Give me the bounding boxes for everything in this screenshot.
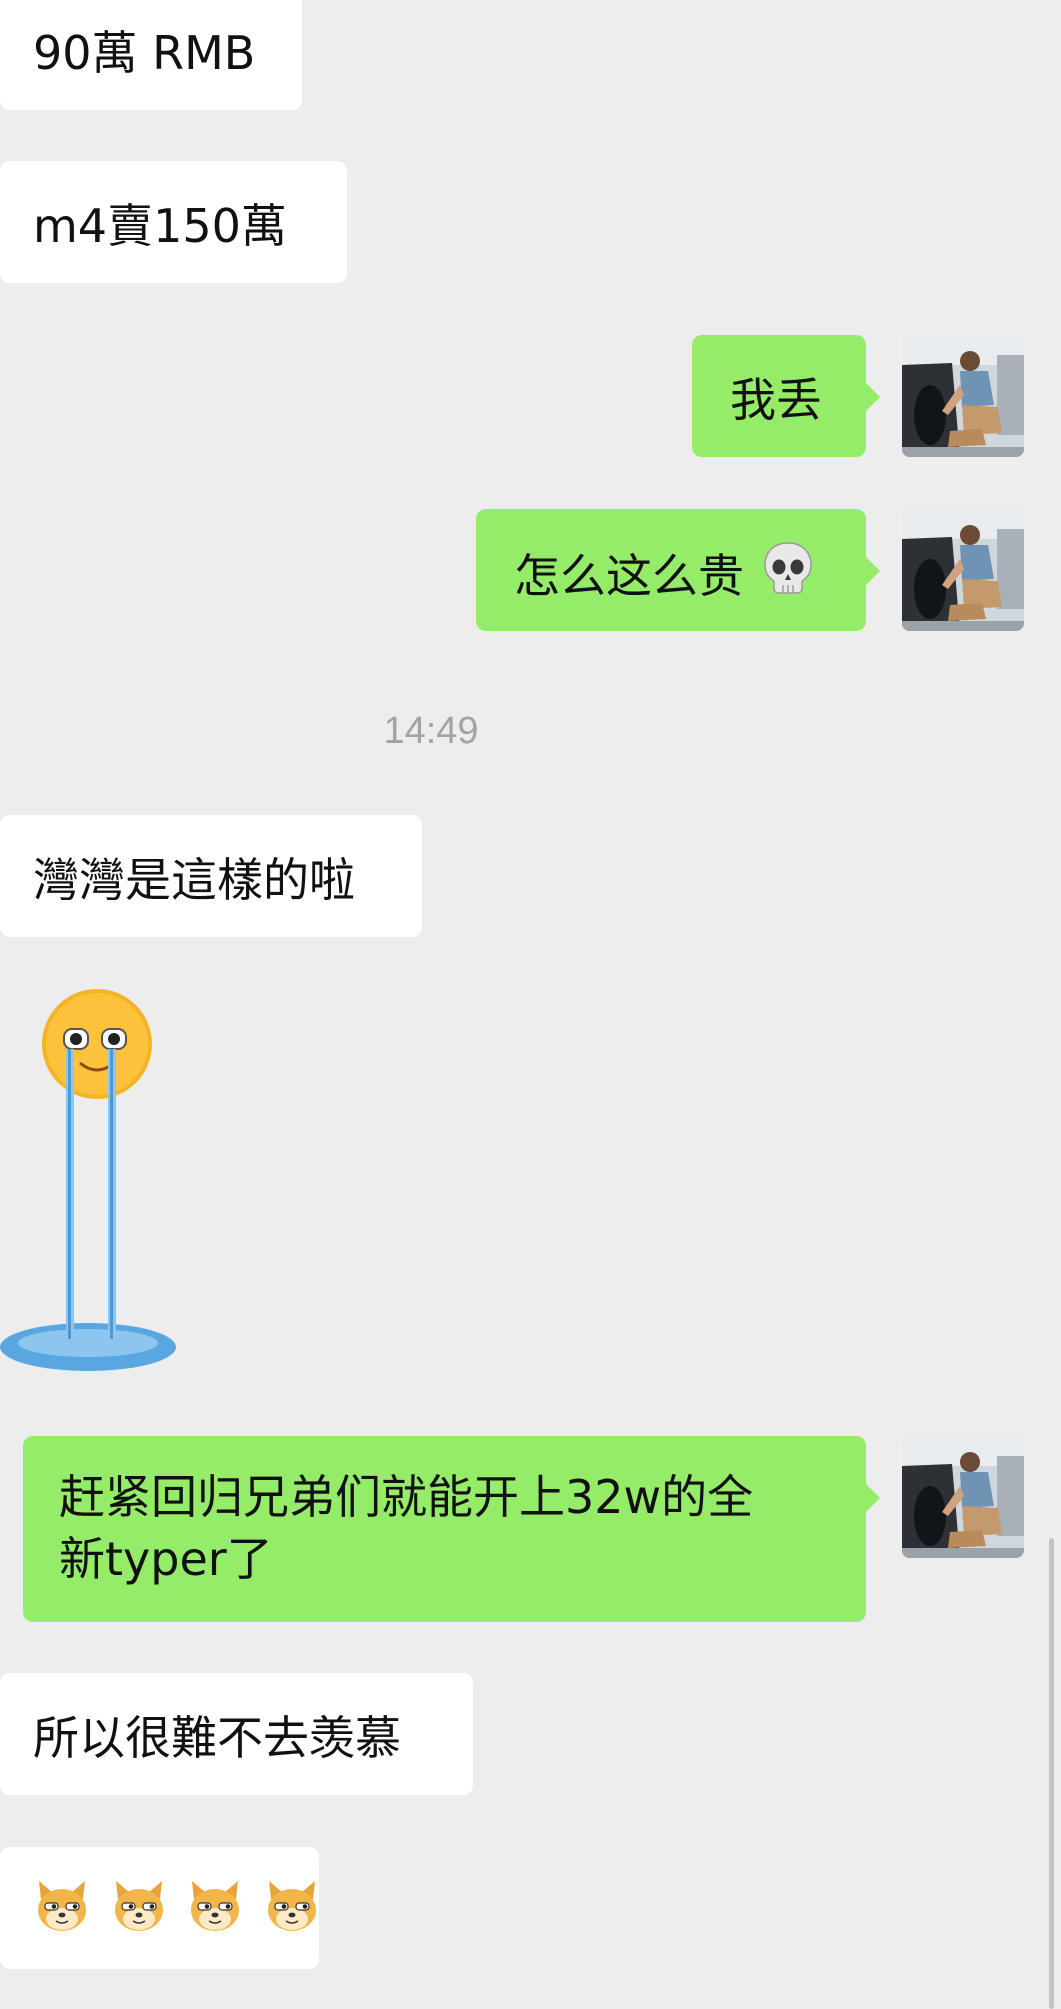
message-text: 怎么这么贵 [514,548,744,603]
crying-face-icon [0,989,176,1371]
message-timestamp: 14:49 [383,710,479,752]
message-text: 我丢 [730,372,822,427]
user-avatar[interactable] [902,1436,1024,1558]
outgoing-message-bubble[interactable]: 我丢 [692,335,880,457]
message-text: 90萬 RMB [33,25,256,80]
message-text: 所以很難不去羡慕 [33,1710,401,1765]
avatar-photo-icon [902,335,1024,457]
doge-icon [33,1877,91,1950]
crying-waterfall-sticker[interactable] [0,985,180,1385]
incoming-message-bubble[interactable]: 灣灣是這樣的啦 [0,815,422,937]
chat-message-list[interactable]: 90萬 RMB m4賣150萬 我丢 怎么这么贵 14:49 灣灣是這樣的啦 赶… [0,0,1061,2009]
doge-icon [263,1877,321,1950]
doge-icon [110,1877,168,1950]
incoming-message-bubble[interactable]: m4賣150萬 [0,161,347,283]
incoming-message-bubble[interactable]: 90萬 RMB [0,0,302,110]
avatar-photo-icon [902,509,1024,631]
message-text: 灣灣是這樣的啦 [33,852,355,907]
skull-icon [759,539,817,612]
doge-icon [186,1877,244,1950]
outgoing-message-bubble[interactable]: 怎么这么贵 [476,509,880,631]
message-text: m4賣150萬 [33,198,287,253]
outgoing-message-bubble[interactable]: 赶紧回归兄弟们就能开上32w的全 新typer了 [23,1436,880,1622]
scrollbar[interactable] [1049,1538,1054,2009]
avatar-photo-icon [902,1436,1024,1558]
user-avatar[interactable] [902,509,1024,631]
message-text-line: 赶紧回归兄弟们就能开上32w的全 [59,1470,754,1524]
user-avatar[interactable] [902,335,1024,457]
incoming-message-bubble[interactable] [0,1847,319,1969]
incoming-message-bubble[interactable]: 所以很難不去羡慕 [0,1673,473,1795]
message-text-line: 新typer了 [59,1532,273,1586]
